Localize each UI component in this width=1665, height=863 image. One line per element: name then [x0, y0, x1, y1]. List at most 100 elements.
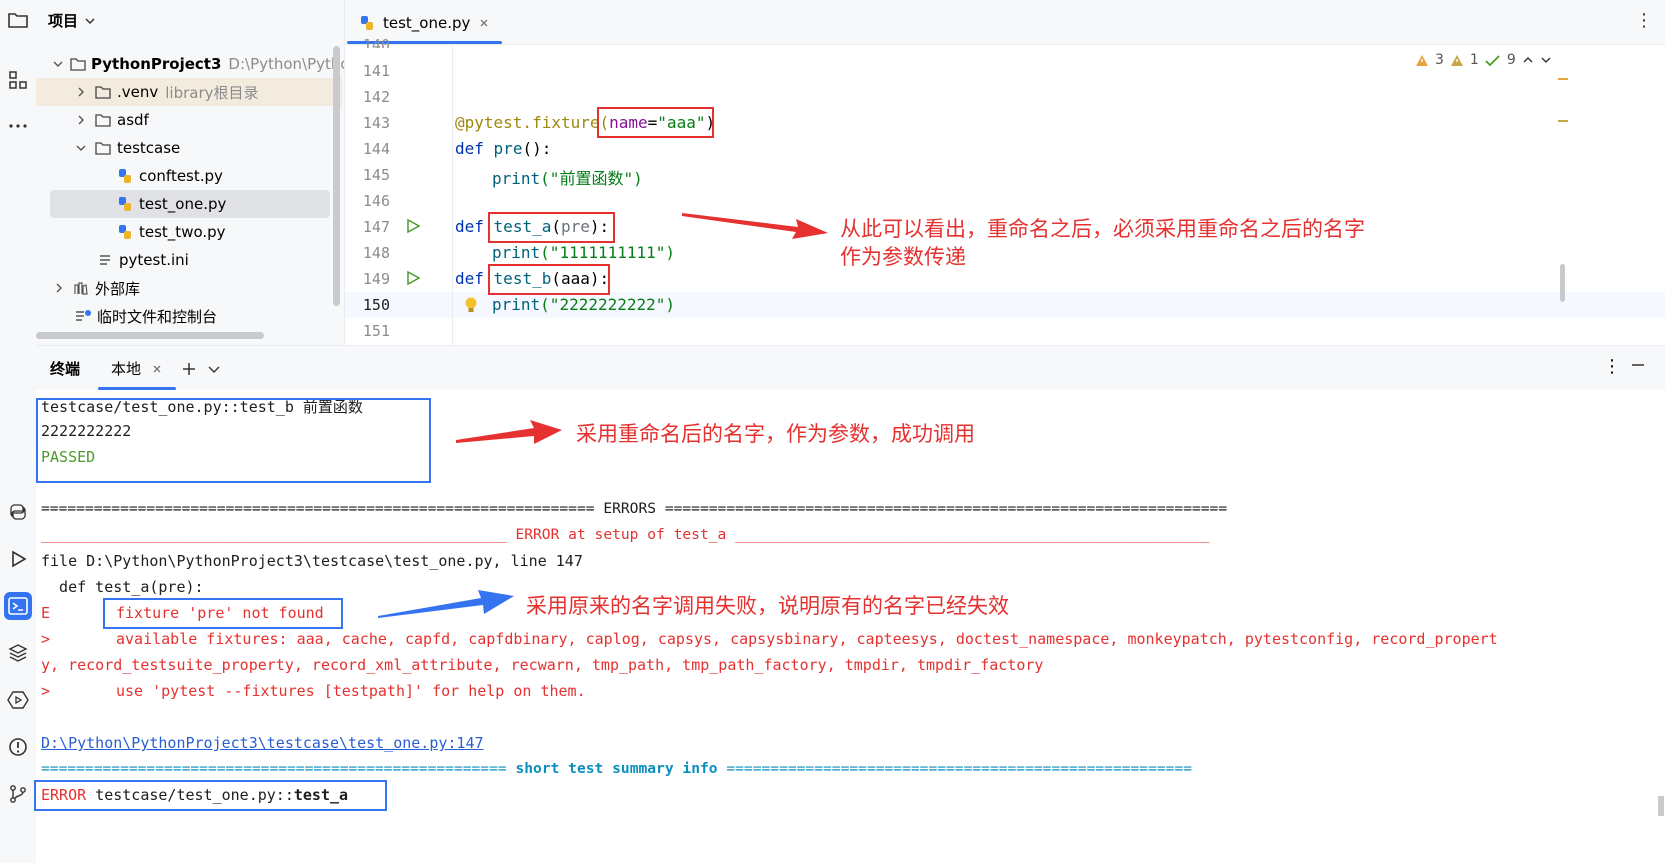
tree-item-label: test_one.py [139, 195, 227, 213]
chevron-right-icon[interactable] [74, 113, 88, 127]
editor-tab-bar: test_one.py ⋮ [345, 0, 1665, 45]
tree-item-testcase[interactable]: testcase [74, 134, 374, 162]
tree-item-label: pytest.ini [119, 251, 189, 269]
editor-tab-test-one[interactable]: test_one.py [359, 8, 490, 38]
terminal-icon[interactable] [4, 592, 32, 620]
string: ("1111111111") [540, 243, 676, 262]
tree-item-venv[interactable]: .venv library根目录 [36, 78, 342, 106]
line-number: 144 [362, 140, 390, 158]
warning-count: 3 [1435, 52, 1444, 68]
run-test-icon[interactable] [405, 270, 421, 286]
terminal-line: def test_a(pre): [41, 578, 204, 596]
more-options-icon[interactable]: ⋮ [1603, 356, 1621, 377]
run-test-icon[interactable] [405, 218, 421, 234]
terminal-line-help: use 'pytest --fixtures [testpath]' for h… [116, 682, 586, 700]
terminal-vertical-scrollbar[interactable] [1658, 796, 1664, 816]
tree-item-label: asdf [117, 111, 149, 129]
highlight-test-b [488, 264, 610, 295]
builtin-print: print [492, 243, 541, 262]
terminal-line-prefix: > [41, 630, 51, 648]
line-number: 149 [362, 270, 390, 288]
keyword-def: def [455, 139, 484, 158]
tool-rail [0, 0, 37, 863]
chevron-right-icon[interactable] [52, 281, 66, 295]
project-folder-icon[interactable] [4, 6, 32, 34]
keyword-def: def [455, 269, 484, 288]
tree-item-scratches[interactable]: 临时文件和控制台 [74, 302, 374, 330]
line-number-current: 150 [362, 296, 390, 314]
scratches-icon [74, 307, 92, 325]
add-icon[interactable] [181, 361, 197, 377]
tree-item-label: 临时文件和控制台 [97, 307, 218, 326]
tree-root-pythonproject3[interactable]: PythonProject3 D:\Python\PythonP [52, 50, 368, 78]
git-icon[interactable] [4, 780, 32, 808]
terminal-tab-local[interactable]: 本地 [111, 358, 221, 379]
highlight-name-aaa [597, 107, 714, 138]
project-horizontal-scrollbar[interactable] [36, 332, 264, 339]
highlight-error-summary [34, 780, 387, 811]
highlight-fixture-not-found [103, 598, 343, 629]
weak-warning-icon [1450, 54, 1463, 66]
layers-icon[interactable] [4, 639, 32, 667]
terminal-panel: 终端 本地 ⋮ testcase/test_one.py::test_b 前置函… [34, 346, 1665, 863]
terminal-line-error-setup: ________________________________________… [41, 526, 1210, 543]
project-panel-header[interactable]: 项目 [48, 10, 96, 31]
scrollbar-marker [1558, 120, 1568, 122]
chevron-down-icon [85, 17, 95, 24]
annotation-pass: 采用重命名后的名字，作为参数，成功调用 [576, 422, 975, 446]
tree-item-external-libraries[interactable]: 外部库 [52, 274, 352, 302]
chevron-up-icon[interactable] [1522, 54, 1534, 66]
project-vertical-scrollbar[interactable] [333, 46, 340, 306]
project-header-label: 项目 [48, 12, 79, 30]
tree-item-label: 外部库 [95, 279, 141, 298]
python-file-icon [116, 223, 134, 241]
string: ("前置函数") [540, 169, 643, 188]
code-line-145: print("前置函数") [492, 165, 643, 189]
close-tab-icon[interactable] [478, 17, 490, 29]
chevron-down-icon[interactable] [74, 141, 88, 155]
chevron-down-icon[interactable] [207, 362, 221, 376]
project-panel: 项目 PythonProject3 D:\Python\PythonP .ven… [36, 0, 368, 345]
annotation-arrow-icon [682, 213, 828, 239]
problems-icon[interactable] [4, 733, 32, 761]
active-tab-indicator [98, 387, 176, 390]
terminal-title: 终端 [50, 360, 81, 378]
folder-icon [70, 55, 86, 73]
more-options-icon[interactable]: ⋮ [1635, 10, 1653, 31]
tree-item-test-one[interactable]: test_one.py [50, 190, 330, 218]
banner-title: short test summary info [515, 760, 718, 777]
ok-count: 9 [1506, 52, 1516, 68]
editor-vertical-scrollbar[interactable] [1560, 264, 1565, 302]
terminal-line-summary-banner: ========================================… [41, 760, 1192, 777]
services-icon[interactable] [4, 686, 32, 714]
chevron-down-icon[interactable] [1540, 54, 1552, 66]
terminal-file-link[interactable]: D:\Python\PythonProject3\testcase\test_o… [41, 734, 484, 752]
annotation-fail: 采用原来的名字调用失败，说明原有的名字已经失效 [526, 594, 1009, 618]
minimize-icon[interactable] [1630, 356, 1646, 372]
more-tools-icon[interactable] [4, 112, 32, 140]
tree-item-asdf[interactable]: asdf [74, 106, 374, 134]
weak-warning-count: 1 [1469, 52, 1479, 68]
terminal-line-errors-banner: ========================================… [41, 500, 1228, 517]
run-icon[interactable] [4, 545, 32, 573]
code-editor: test_one.py ⋮ 140 141 142 143 144 145 14… [345, 0, 1665, 345]
structure-icon[interactable] [4, 66, 32, 94]
scrollbar-marker [1558, 78, 1568, 80]
lightbulb-icon[interactable] [464, 296, 478, 314]
python-console-icon[interactable] [4, 498, 32, 526]
line-number: 151 [362, 322, 390, 340]
chevron-down-icon[interactable] [52, 57, 64, 71]
tree-item-label: testcase [117, 139, 181, 157]
terminal-line-e-prefix: E [41, 604, 51, 622]
terminal-line-available-fixtures: available fixtures: aaa, cache, capfd, c… [116, 630, 1498, 648]
close-tab-icon[interactable] [151, 363, 163, 375]
annotation-rename-note-2: 作为参数传递 [840, 245, 966, 269]
editor-tab-label: test_one.py [383, 14, 471, 32]
annotation-rename-note-1: 从此可以看出，重命名之后，必须采用重命名之后的名字 [840, 217, 1365, 241]
builtin-print: print [492, 169, 541, 188]
highlight-passed-output [36, 398, 431, 483]
chevron-right-icon[interactable] [74, 85, 88, 99]
inspection-widget[interactable]: 3 1 9 [1415, 52, 1552, 68]
python-file-icon [116, 167, 134, 185]
code-line-148: print("1111111111") [492, 243, 675, 262]
